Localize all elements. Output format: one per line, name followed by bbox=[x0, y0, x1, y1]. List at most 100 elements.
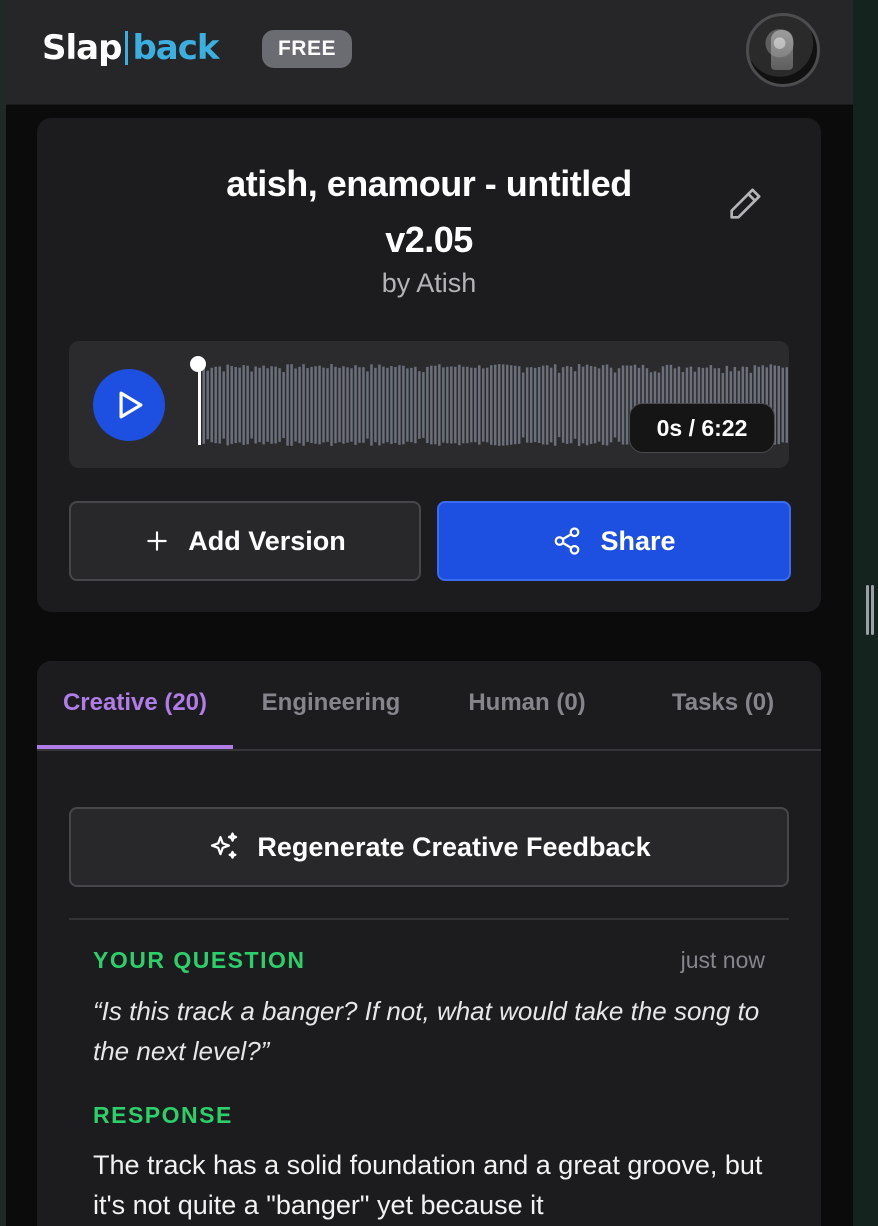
waveform-bar bbox=[593, 366, 597, 444]
waveform-bar bbox=[206, 370, 209, 440]
waveform-bar bbox=[478, 365, 481, 445]
waveform-bar bbox=[454, 366, 457, 444]
waveform-bar bbox=[501, 364, 505, 446]
waveform-bar bbox=[362, 367, 365, 443]
resize-handle[interactable] bbox=[866, 585, 874, 635]
user-avatar[interactable] bbox=[746, 13, 820, 87]
waveform-bar bbox=[270, 366, 273, 444]
waveform-bar bbox=[326, 368, 329, 442]
waveform-bar bbox=[238, 367, 241, 443]
edit-title-button[interactable] bbox=[725, 184, 765, 224]
question-timestamp: just now bbox=[680, 947, 765, 973]
waveform-bar bbox=[605, 364, 609, 446]
tab-engineering[interactable]: Engineering bbox=[233, 661, 429, 747]
waveform-bar bbox=[581, 366, 585, 444]
waveform-bar bbox=[442, 367, 445, 443]
waveform-bar bbox=[533, 367, 537, 443]
tab-creative[interactable]: Creative (20) bbox=[37, 661, 233, 747]
waveform-bar bbox=[418, 371, 421, 439]
waveform-bar bbox=[505, 364, 509, 446]
waveform-bar bbox=[366, 371, 369, 439]
track-artist: by Atish bbox=[381, 268, 477, 298]
waveform-bar bbox=[541, 365, 545, 445]
logo[interactable]: Slap back bbox=[42, 28, 219, 68]
waveform-bar bbox=[609, 367, 613, 443]
waveform-bar bbox=[318, 365, 321, 445]
regenerate-feedback-button[interactable]: Regenerate Creative Feedback bbox=[69, 807, 789, 887]
active-tab-indicator bbox=[37, 745, 233, 749]
track-title: atish, enamour - untitled v2.05 bbox=[226, 163, 632, 260]
tab-human[interactable]: Human (0) bbox=[429, 661, 625, 747]
waveform-bar bbox=[521, 372, 525, 438]
waveform-bar bbox=[529, 367, 533, 443]
waveform-bar bbox=[621, 365, 625, 445]
waveform-bar bbox=[294, 368, 297, 442]
waveform-bar bbox=[490, 365, 493, 445]
play-button[interactable] bbox=[93, 369, 165, 441]
waveform-bar bbox=[549, 367, 553, 443]
tab-tasks[interactable]: Tasks (0) bbox=[625, 661, 821, 747]
waveform-bar bbox=[390, 365, 393, 445]
waveform-bar bbox=[474, 367, 477, 443]
waveform-bar bbox=[422, 372, 425, 438]
waveform-bar bbox=[230, 366, 233, 444]
waveform-bar bbox=[350, 368, 353, 442]
waveform-bar bbox=[342, 366, 345, 444]
track-card: atish, enamour - untitled v2.05 by Atish… bbox=[37, 118, 821, 612]
waveform-bar bbox=[486, 367, 489, 443]
logo-divider bbox=[125, 31, 129, 65]
waveform-bar bbox=[513, 365, 517, 445]
waveform-bar bbox=[310, 366, 313, 444]
waveform-bar bbox=[617, 368, 621, 442]
waveform-bar bbox=[430, 365, 433, 445]
waveform-bar bbox=[242, 365, 245, 445]
sparkles-icon bbox=[211, 832, 238, 859]
waveform-bar bbox=[254, 366, 257, 444]
add-version-button[interactable]: Add Version bbox=[69, 501, 421, 581]
waveform-bar bbox=[398, 365, 401, 445]
waveform-bar bbox=[258, 367, 261, 443]
waveform-bar bbox=[370, 364, 373, 446]
playhead[interactable] bbox=[198, 363, 201, 445]
waveform-bar bbox=[569, 366, 573, 444]
waveform-bar bbox=[466, 366, 469, 444]
playhead-knob[interactable] bbox=[190, 356, 206, 372]
waveform-bar bbox=[330, 364, 333, 446]
waveform-bar bbox=[218, 366, 221, 444]
waveform-bar bbox=[322, 367, 325, 443]
add-version-label: Add Version bbox=[188, 525, 346, 556]
waveform-bar bbox=[497, 364, 501, 446]
waveform-bar bbox=[625, 365, 629, 445]
waveform-bar bbox=[525, 367, 529, 443]
audio-player: 0s / 6:22 bbox=[69, 341, 789, 468]
waveform-bar bbox=[482, 368, 485, 442]
waveform-bar bbox=[382, 366, 385, 444]
waveform-bar bbox=[298, 366, 301, 444]
waveform-bar bbox=[214, 366, 217, 444]
waveform-bar bbox=[402, 365, 405, 445]
waveform-bar bbox=[410, 367, 413, 443]
waveform-bar bbox=[781, 367, 784, 443]
logo-text-slap: Slap bbox=[42, 28, 122, 68]
waveform-bar bbox=[434, 365, 437, 445]
waveform-bar bbox=[358, 367, 361, 443]
waveform-bar bbox=[577, 364, 581, 446]
pencil-icon bbox=[730, 188, 761, 219]
waveform-bar bbox=[565, 366, 569, 444]
response-text: The track has a solid foundation and a g… bbox=[93, 1150, 763, 1220]
waveform-bar bbox=[470, 367, 473, 443]
waveform-bar bbox=[458, 364, 461, 446]
waveform-bar bbox=[414, 366, 417, 444]
question-text: “Is this track a banger? If not, what wo… bbox=[93, 996, 760, 1066]
avatar-photo bbox=[771, 30, 793, 70]
waveform-bar bbox=[601, 365, 605, 445]
share-button[interactable]: Share bbox=[437, 501, 791, 581]
waveform-bar bbox=[202, 366, 205, 444]
waveform-bar bbox=[494, 364, 497, 446]
waveform-bar bbox=[226, 364, 229, 446]
waveform-bar bbox=[553, 364, 557, 446]
share-label: Share bbox=[600, 525, 676, 556]
waveform-bar bbox=[438, 364, 441, 446]
regenerate-label: Regenerate Creative Feedback bbox=[257, 831, 651, 862]
waveform-bar bbox=[290, 364, 293, 446]
